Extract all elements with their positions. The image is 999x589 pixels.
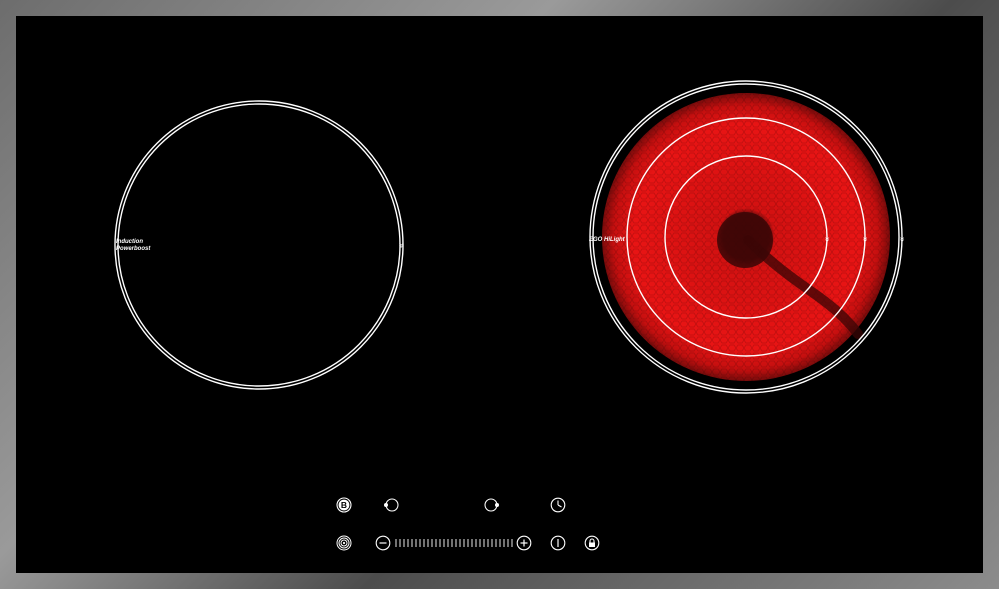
left-zone-label-line2: Powerboost [116,246,151,252]
dual-zone-button[interactable] [336,535,352,551]
boost-icon: B [336,497,352,513]
clock-icon [550,497,566,513]
right-cooking-zone[interactable] [589,80,903,394]
minus-icon [375,535,391,551]
left-zone-inner-ring [117,103,401,387]
timer-button[interactable] [550,497,566,513]
dual-ring-icon [336,535,352,551]
right-zone-label: EGO HiLight [589,237,625,243]
left-zone-chevron-icon: » [395,242,406,249]
power-icon [550,535,566,551]
left-zone-outer-ring [114,100,404,390]
plus-button[interactable] [516,535,532,551]
right-zone-inner-chevron-icon: » [821,236,832,243]
right-zone-middle-chevron-icon: » [859,236,870,243]
heating-center-spot [717,212,773,268]
left-zone-select-button[interactable] [383,497,399,513]
right-zone-icon [484,498,499,512]
power-slider[interactable] [394,538,514,548]
left-zone-icon [384,498,399,512]
boost-button[interactable]: B [336,497,352,513]
left-zone-label: Induction Powerboost [116,239,150,253]
right-zone-select-button[interactable] [484,497,500,513]
boost-letter: B [341,500,347,510]
right-zone-outer-chevron-icon: » [896,236,907,243]
plus-icon [516,535,532,551]
lock-button[interactable] [584,535,600,551]
minus-button[interactable] [375,535,391,551]
lock-icon [584,535,600,551]
power-button[interactable] [550,535,566,551]
slider-icon [395,539,513,547]
left-cooking-zone[interactable] [114,100,404,390]
left-zone-label-line1: Induction [116,239,143,245]
